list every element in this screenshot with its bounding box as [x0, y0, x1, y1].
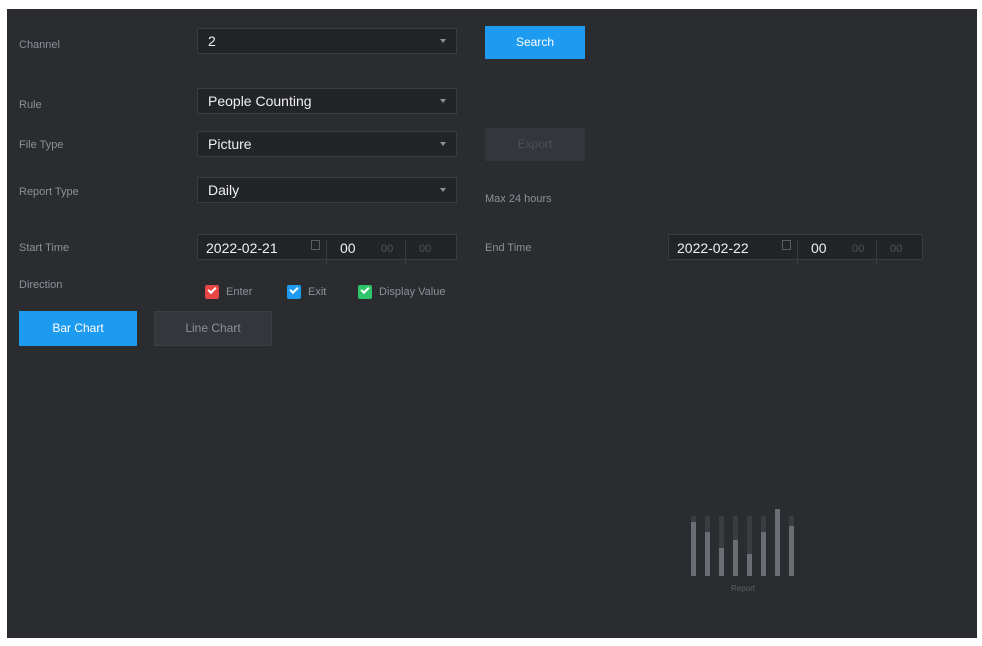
divider — [797, 240, 798, 264]
enter-checkbox[interactable] — [205, 284, 219, 299]
start-minute: 00 — [381, 243, 394, 255]
channel-value: 2 — [208, 33, 216, 49]
divider — [405, 240, 406, 264]
start-date-value: 2022-02-21 — [206, 240, 278, 256]
empty-chart-caption: Report — [731, 584, 756, 593]
rule-select[interactable]: People Counting — [197, 88, 457, 114]
divider — [876, 240, 877, 264]
export-button[interactable]: Export — [485, 128, 585, 161]
end-date-value: 2022-02-22 — [677, 240, 749, 256]
end-minute: 00 — [852, 243, 865, 255]
display-value-checkbox[interactable] — [358, 284, 372, 299]
rule-label: Rule — [19, 99, 42, 111]
start-time-label: Start Time — [19, 242, 70, 254]
exit-label: Exit — [308, 286, 327, 298]
divider — [326, 240, 327, 264]
end-second: 00 — [890, 243, 903, 255]
file-type-value: Picture — [208, 136, 252, 152]
report-type-label: Report Type — [19, 186, 79, 198]
file-type-label: File Type — [19, 139, 64, 151]
chevron-down-icon — [440, 99, 446, 103]
max-hours-hint: Max 24 hours — [485, 193, 552, 205]
enter-label: Enter — [226, 286, 253, 298]
channel-label: Channel — [19, 39, 60, 51]
calendar-icon — [782, 240, 791, 250]
report-type-value: Daily — [208, 182, 240, 198]
end-time-picker[interactable]: 2022-02-22 00 00 00 — [668, 234, 923, 264]
check-icon — [289, 284, 299, 295]
search-button[interactable]: Search — [485, 26, 585, 59]
direction-label: Direction — [19, 279, 63, 291]
start-hour: 00 — [340, 240, 356, 256]
end-time-label: End Time — [485, 242, 532, 254]
bar-chart-icon — [687, 504, 827, 579]
end-hour: 00 — [811, 240, 827, 256]
tab-bar-chart[interactable]: Bar Chart — [19, 311, 137, 346]
empty-chart-placeholder: Report — [687, 504, 827, 599]
rule-value: People Counting — [208, 93, 312, 109]
check-icon — [360, 284, 370, 295]
chevron-down-icon — [440, 39, 446, 43]
display-value-label: Display Value — [379, 286, 446, 298]
start-time-picker[interactable]: 2022-02-21 00 00 00 — [197, 234, 457, 264]
tab-line-chart[interactable]: Line Chart — [154, 311, 272, 346]
exit-checkbox[interactable] — [287, 284, 301, 299]
file-type-select[interactable]: Picture — [197, 131, 457, 157]
check-icon — [207, 284, 217, 295]
report-type-select[interactable]: Daily — [197, 177, 457, 203]
chevron-down-icon — [440, 142, 446, 146]
people-counting-report-panel: Channel Rule File Type Report Type Start… — [7, 9, 977, 638]
start-second: 00 — [419, 243, 432, 255]
channel-select[interactable]: 2 — [197, 28, 457, 54]
chevron-down-icon — [440, 188, 446, 192]
calendar-icon — [311, 240, 320, 250]
